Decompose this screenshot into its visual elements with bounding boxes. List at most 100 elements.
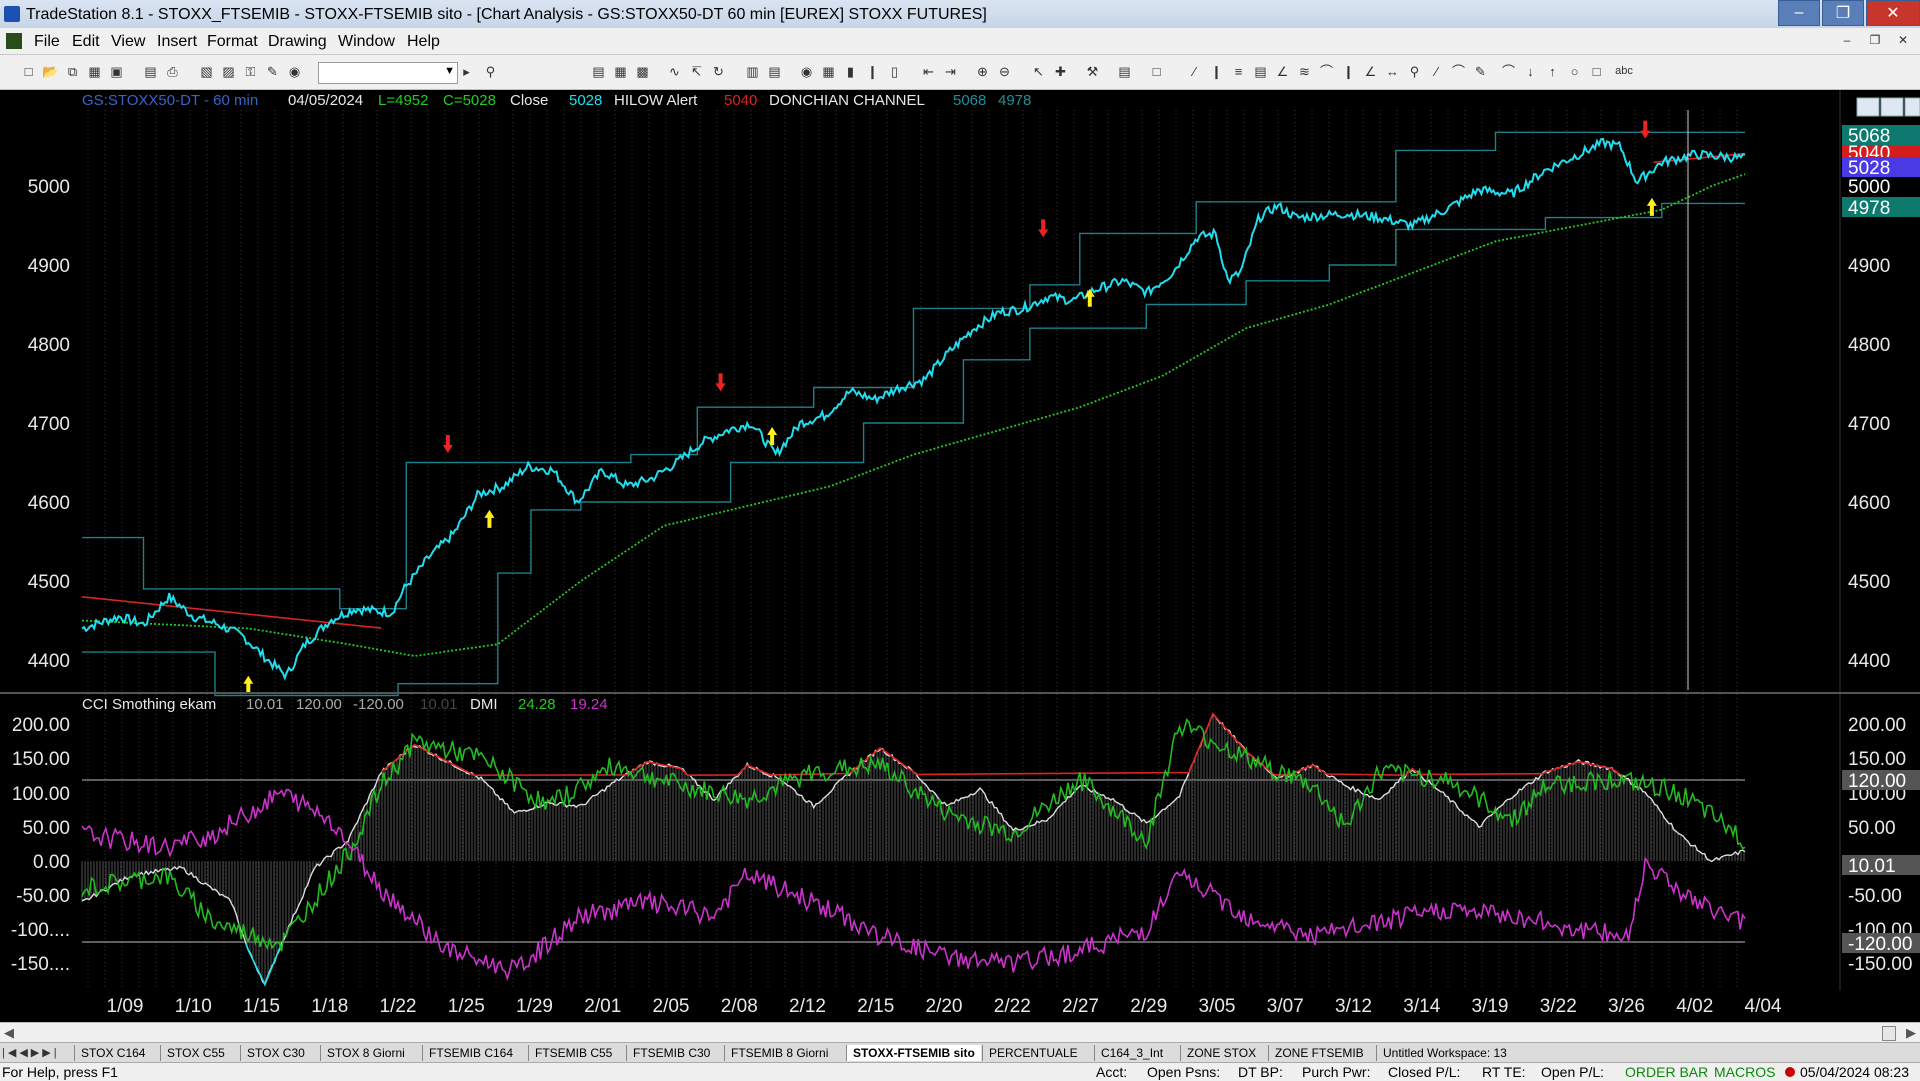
tab-ftsemib-c164[interactable]: FTSEMIB C164 bbox=[422, 1045, 519, 1061]
chart-canvas[interactable]: GS:STOXX50-DT - 60 min 04/05/2024 L=4952… bbox=[0, 90, 1920, 1022]
price-tick-right: 4500 bbox=[1848, 572, 1890, 593]
refresh-icon[interactable]: ↻ bbox=[710, 63, 727, 80]
trendline-icon[interactable]: ∕ bbox=[1186, 63, 1203, 80]
dmi-value-1: 24.28 bbox=[518, 696, 556, 713]
minimize-button[interactable]: – bbox=[1778, 0, 1820, 26]
menu-edit[interactable]: Edit bbox=[72, 33, 100, 51]
pointer-icon[interactable]: ↖ bbox=[1030, 63, 1047, 80]
matrix-icon[interactable]: ▦ bbox=[820, 63, 837, 80]
menu-help[interactable]: Help bbox=[407, 33, 440, 51]
menu-file[interactable]: File bbox=[34, 33, 60, 51]
tab-ftsemib-8-giorni[interactable]: FTSEMIB 8 Giorni bbox=[724, 1045, 834, 1061]
chart-type-icon[interactable]: ∿ bbox=[666, 63, 683, 80]
down-arrow-icon bbox=[442, 435, 453, 454]
channel-icon[interactable]: ▤ bbox=[1252, 63, 1269, 80]
tab-stoxx-ftsemib-sito[interactable]: STOXX-FTSEMIB sito bbox=[846, 1045, 981, 1061]
date-label: 2/27 bbox=[1062, 996, 1099, 1017]
angle-icon[interactable]: ∠ bbox=[1362, 63, 1379, 80]
ellipse-icon[interactable]: ○ bbox=[1566, 63, 1583, 80]
tab-ftsemib-c30[interactable]: FTSEMIB C30 bbox=[626, 1045, 716, 1061]
indicator-icon[interactable]: ↸ bbox=[688, 63, 705, 80]
menu-insert[interactable]: Insert bbox=[157, 33, 197, 51]
scrollbar-thumb[interactable] bbox=[1882, 1026, 1896, 1041]
symbol-select[interactable]: ▼ bbox=[318, 62, 458, 84]
strategy-icon[interactable]: ✎ bbox=[264, 63, 281, 80]
pitchfork-icon[interactable]: ⚲ bbox=[1406, 63, 1423, 80]
tab-stox-8-giorni[interactable]: STOX 8 Giorni bbox=[320, 1045, 411, 1061]
data-window-icon[interactable]: ▤ bbox=[1116, 63, 1133, 80]
fib-icon[interactable]: ≋ bbox=[1296, 63, 1313, 80]
workspace-icon[interactable]: ▧ bbox=[198, 63, 215, 80]
menu-format[interactable]: Format bbox=[207, 33, 258, 51]
text-icon[interactable]: abc bbox=[1612, 63, 1636, 80]
cci-tick-right: -50.00 bbox=[1848, 886, 1902, 907]
menu-drawing[interactable]: Drawing bbox=[268, 33, 327, 51]
zoom-in-icon[interactable]: ⊕ bbox=[974, 63, 991, 80]
tab-zone-ftsemib[interactable]: ZONE FTSEMIB bbox=[1268, 1045, 1370, 1061]
globe-icon[interactable]: ◉ bbox=[286, 63, 303, 80]
scroll-left-icon[interactable]: ◀ bbox=[4, 1025, 14, 1041]
tab-stox-c55[interactable]: STOX C55 bbox=[160, 1045, 231, 1061]
scroll-right-icon[interactable]: ⇥ bbox=[942, 63, 959, 80]
arc-icon[interactable]: ⌒ bbox=[1318, 63, 1335, 80]
print-icon[interactable]: ⎙ bbox=[164, 63, 181, 80]
open-icon[interactable]: 📂 bbox=[42, 63, 59, 80]
crosshair-icon[interactable]: ✚ bbox=[1052, 63, 1069, 80]
save-icon[interactable]: ▣ bbox=[108, 63, 125, 80]
candle-icon[interactable]: ▯ bbox=[886, 63, 903, 80]
print-preview-icon[interactable]: ▤ bbox=[142, 63, 159, 80]
horizontal-line-icon[interactable]: ≡ bbox=[1230, 63, 1247, 80]
tools-icon[interactable]: ⚒ bbox=[1084, 63, 1101, 80]
up-arrow-icon[interactable]: ↑ bbox=[1544, 63, 1561, 80]
new-icon[interactable]: □ bbox=[20, 63, 37, 80]
workspace-tabs: |◀◀▶▶| STOX C164 STOX C55 STOX C30 STOX … bbox=[0, 1042, 1920, 1063]
tab-untitled-workspace[interactable]: Untitled Workspace: 13 bbox=[1376, 1045, 1513, 1061]
grid-icon[interactable]: ▦ bbox=[612, 63, 629, 80]
retrace-icon[interactable]: ❙ bbox=[1340, 63, 1357, 80]
mdi-minimize-button[interactable]: – bbox=[1836, 31, 1858, 49]
gann-icon[interactable]: ⌒ bbox=[1450, 63, 1467, 80]
tab-c164-3-int[interactable]: C164_3_Int bbox=[1094, 1045, 1169, 1061]
freehand-icon[interactable]: ⌒ bbox=[1500, 63, 1517, 80]
arrow-both-icon[interactable]: ↔ bbox=[1384, 63, 1401, 80]
table-icon[interactable]: ▩ bbox=[634, 63, 651, 80]
new-window-icon[interactable]: ▦ bbox=[86, 63, 103, 80]
tab-zone-stox[interactable]: ZONE STOX bbox=[1180, 1045, 1262, 1061]
tab-stox-c30[interactable]: STOX C30 bbox=[240, 1045, 311, 1061]
maximize-button[interactable]: ❐ bbox=[1822, 0, 1864, 26]
zoom-out-icon[interactable]: ⊖ bbox=[996, 63, 1013, 80]
go-icon[interactable]: ▸ bbox=[458, 63, 475, 80]
layout-icon[interactable]: ▨ bbox=[220, 63, 237, 80]
lock-icon[interactable]: ⚿ bbox=[242, 63, 259, 80]
parallel-icon[interactable]: ∕ bbox=[1428, 63, 1445, 80]
bar-chart-icon[interactable]: ▮ bbox=[842, 63, 859, 80]
format-icon[interactable]: ▤ bbox=[590, 63, 607, 80]
tab-percentuale[interactable]: PERCENTUALE bbox=[982, 1045, 1084, 1061]
close-button[interactable]: ✕ bbox=[1866, 0, 1920, 26]
mdi-restore-button[interactable]: ❐ bbox=[1864, 31, 1886, 49]
fan-icon[interactable]: ∠ bbox=[1274, 63, 1291, 80]
hlc-icon[interactable]: ❙ bbox=[864, 63, 881, 80]
find-icon[interactable]: ⚲ bbox=[482, 63, 499, 80]
scroll-left-icon[interactable]: ⇤ bbox=[920, 63, 937, 80]
down-arrow-icon[interactable]: ↓ bbox=[1522, 63, 1539, 80]
menu-window[interactable]: Window bbox=[338, 33, 395, 51]
window-list-icon[interactable]: ▤ bbox=[766, 63, 783, 80]
tab-ftsemib-c55[interactable]: FTSEMIB C55 bbox=[528, 1045, 618, 1061]
tab-stox-c164[interactable]: STOX C164 bbox=[74, 1045, 151, 1061]
scroll-right-icon[interactable]: ▶ bbox=[1906, 1025, 1916, 1041]
vertical-line-icon[interactable]: ❙ bbox=[1208, 63, 1225, 80]
pen-icon[interactable]: ✎ bbox=[1472, 63, 1489, 80]
rectangle-icon[interactable]: □ bbox=[1588, 63, 1605, 80]
alert-icon[interactable]: □ bbox=[1148, 63, 1165, 80]
mdi-close-button[interactable]: ✕ bbox=[1892, 31, 1914, 49]
radar-icon[interactable]: ◉ bbox=[798, 63, 815, 80]
horizontal-scrollbar[interactable]: ◀ ▶ bbox=[0, 1022, 1920, 1043]
copy-icon[interactable]: ⧉ bbox=[64, 63, 81, 80]
window-link-icon[interactable]: ▥ bbox=[744, 63, 761, 80]
menu-view[interactable]: View bbox=[111, 33, 145, 51]
tab-navigation[interactable]: |◀◀▶▶| bbox=[2, 1046, 60, 1059]
macros-button[interactable]: MACROS bbox=[1714, 1064, 1775, 1080]
order-bar-button[interactable]: ORDER BAR bbox=[1625, 1064, 1708, 1080]
chart-analysis-window[interactable]: GS:STOXX50-DT - 60 min 04/05/2024 L=4952… bbox=[0, 90, 1920, 1022]
